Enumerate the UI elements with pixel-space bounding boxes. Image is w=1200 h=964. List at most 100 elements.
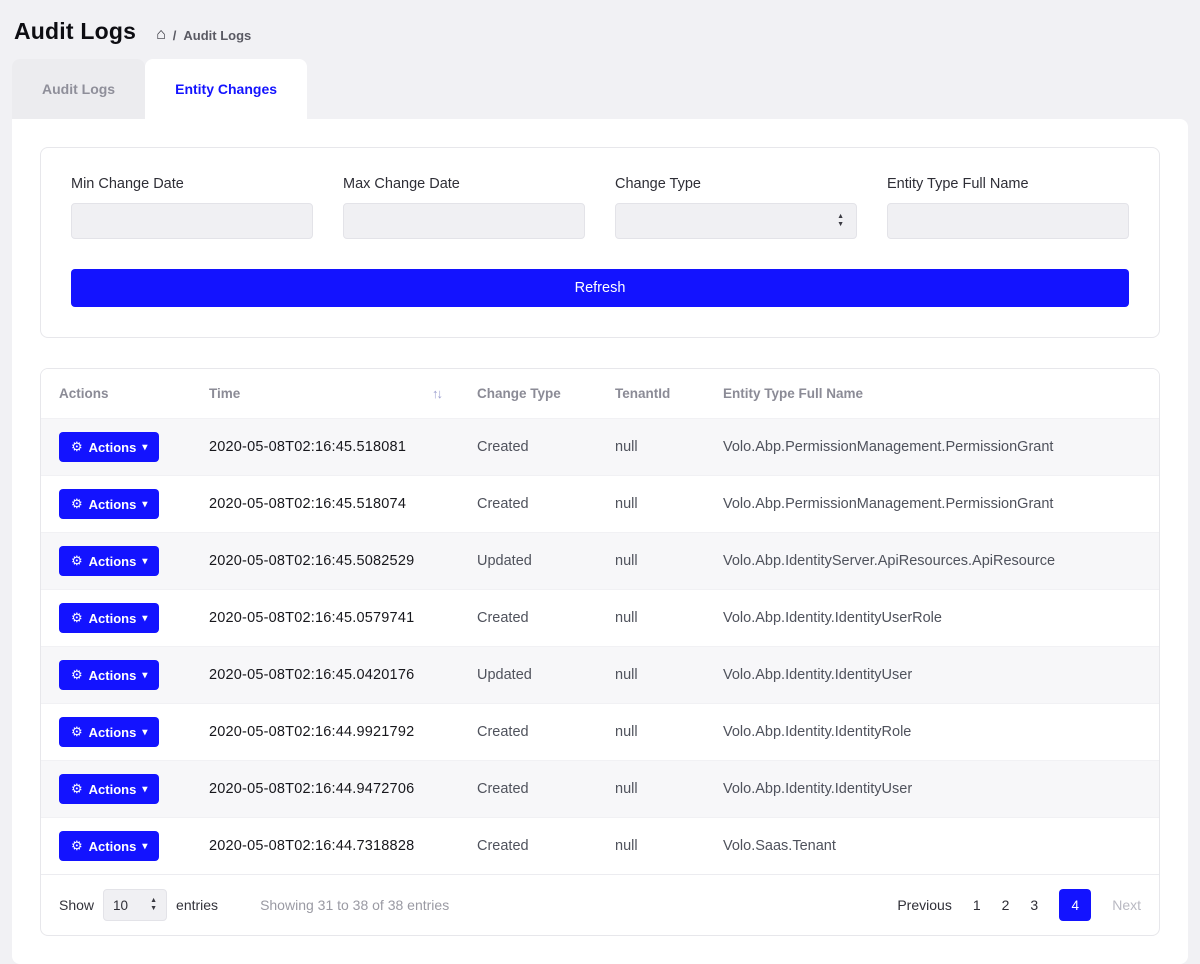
refresh-button[interactable]: Refresh xyxy=(71,269,1129,307)
cell-tenant-id: null xyxy=(597,761,705,818)
page-title: Audit Logs xyxy=(14,18,136,45)
cell-actions: ⚙ Actions ▾ xyxy=(41,590,191,647)
entity-type-label: Entity Type Full Name xyxy=(887,176,1129,192)
cell-tenant-id: null xyxy=(597,647,705,704)
caret-down-icon: ▾ xyxy=(142,784,147,795)
row-actions-button[interactable]: ⚙ Actions ▾ xyxy=(59,831,159,861)
row-actions-label: Actions xyxy=(89,782,137,797)
row-actions-button[interactable]: ⚙ Actions ▾ xyxy=(59,432,159,462)
cell-change-type: Updated xyxy=(459,533,597,590)
caret-down-icon: ▾ xyxy=(142,727,147,738)
gear-icon: ⚙ xyxy=(71,496,83,512)
cell-change-type: Created xyxy=(459,761,597,818)
home-icon[interactable]: ⌂ xyxy=(156,26,166,44)
entries-label: entries xyxy=(176,897,218,913)
page-size-select[interactable]: 10 ▲▼ xyxy=(103,889,167,921)
caret-down-icon: ▾ xyxy=(142,556,147,567)
cell-tenant-id: null xyxy=(597,419,705,476)
cell-actions: ⚙ Actions ▾ xyxy=(41,533,191,590)
pagination-page-4-active[interactable]: 4 xyxy=(1059,889,1091,921)
tab-bar: Audit Logs Entity Changes xyxy=(12,59,1188,119)
min-change-date-input[interactable] xyxy=(71,203,313,239)
pagination-page-1[interactable]: 1 xyxy=(973,897,981,913)
table-footer: Show 10 ▲▼ entries Showing 31 to 38 of 3… xyxy=(41,874,1159,935)
cell-entity-type: Volo.Abp.Identity.IdentityUser xyxy=(705,647,1159,704)
filter-entity-type: Entity Type Full Name xyxy=(887,176,1129,239)
cell-time: 2020-05-08T02:16:45.518074 xyxy=(191,476,459,533)
cell-change-type: Created xyxy=(459,590,597,647)
row-actions-label: Actions xyxy=(89,611,137,626)
cell-actions: ⚙ Actions ▾ xyxy=(41,818,191,875)
table-row: ⚙ Actions ▾ 2020-05-08T02:16:45.518074 C… xyxy=(41,476,1159,533)
caret-down-icon: ▾ xyxy=(142,613,147,624)
table-row: ⚙ Actions ▾ 2020-05-08T02:16:44.7318828 … xyxy=(41,818,1159,875)
change-type-select[interactable]: ▲▼ xyxy=(615,203,857,239)
gear-icon: ⚙ xyxy=(71,781,83,797)
cell-time: 2020-05-08T02:16:45.518081 xyxy=(191,419,459,476)
filter-change-type: Change Type ▲▼ xyxy=(615,176,857,239)
gear-icon: ⚙ xyxy=(71,610,83,626)
page-size-value: 10 xyxy=(113,898,128,913)
sort-icon[interactable]: ↑↓ xyxy=(432,386,441,401)
entity-changes-panel: Min Change Date Max Change Date Change T… xyxy=(12,119,1188,964)
row-actions-button[interactable]: ⚙ Actions ▾ xyxy=(59,489,159,519)
row-actions-button[interactable]: ⚙ Actions ▾ xyxy=(59,774,159,804)
cell-time: 2020-05-08T02:16:44.9921792 xyxy=(191,704,459,761)
pagination: Previous 1 2 3 4 Next xyxy=(897,889,1141,921)
cell-tenant-id: null xyxy=(597,533,705,590)
cell-actions: ⚙ Actions ▾ xyxy=(41,647,191,704)
tab-audit-logs[interactable]: Audit Logs xyxy=(12,59,145,119)
entity-type-input[interactable] xyxy=(887,203,1129,239)
table-header-row: Actions Time ↑↓ Change Type TenantId Ent… xyxy=(41,369,1159,419)
cell-entity-type: Volo.Abp.Identity.IdentityRole xyxy=(705,704,1159,761)
table-row: ⚙ Actions ▾ 2020-05-08T02:16:45.0420176 … xyxy=(41,647,1159,704)
showing-entries-text: Showing 31 to 38 of 38 entries xyxy=(260,897,449,913)
breadcrumb: ⌂ / Audit Logs xyxy=(156,26,251,44)
cell-actions: ⚙ Actions ▾ xyxy=(41,419,191,476)
table-row: ⚙ Actions ▾ 2020-05-08T02:16:44.9921792 … xyxy=(41,704,1159,761)
cell-entity-type: Volo.Abp.IdentityServer.ApiResources.Api… xyxy=(705,533,1159,590)
cell-change-type: Created xyxy=(459,818,597,875)
header-tenant-id[interactable]: TenantId xyxy=(597,369,705,419)
pagination-next[interactable]: Next xyxy=(1112,897,1141,913)
entity-changes-table: Actions Time ↑↓ Change Type TenantId Ent… xyxy=(41,369,1159,874)
tab-entity-changes[interactable]: Entity Changes xyxy=(145,59,307,119)
cell-entity-type: Volo.Abp.PermissionManagement.Permission… xyxy=(705,419,1159,476)
table-row: ⚙ Actions ▾ 2020-05-08T02:16:45.0579741 … xyxy=(41,590,1159,647)
cell-time: 2020-05-08T02:16:45.0579741 xyxy=(191,590,459,647)
page-header: Audit Logs ⌂ / Audit Logs xyxy=(0,0,1200,53)
filter-min-change-date: Min Change Date xyxy=(71,176,313,239)
pagination-page-2[interactable]: 2 xyxy=(1002,897,1010,913)
gear-icon: ⚙ xyxy=(71,724,83,740)
caret-down-icon: ▾ xyxy=(142,442,147,453)
gear-icon: ⚙ xyxy=(71,553,83,569)
page-size-arrows-icon: ▲▼ xyxy=(150,897,157,913)
row-actions-button[interactable]: ⚙ Actions ▾ xyxy=(59,546,159,576)
filter-max-change-date: Max Change Date xyxy=(343,176,585,239)
row-actions-button[interactable]: ⚙ Actions ▾ xyxy=(59,660,159,690)
gear-icon: ⚙ xyxy=(71,838,83,854)
pagination-previous[interactable]: Previous xyxy=(897,897,951,913)
row-actions-label: Actions xyxy=(89,497,137,512)
row-actions-button[interactable]: ⚙ Actions ▾ xyxy=(59,717,159,747)
show-label: Show xyxy=(59,897,94,913)
row-actions-label: Actions xyxy=(89,554,137,569)
select-arrows-icon: ▲▼ xyxy=(837,213,844,229)
header-time[interactable]: Time ↑↓ xyxy=(191,369,459,419)
row-actions-button[interactable]: ⚙ Actions ▾ xyxy=(59,603,159,633)
breadcrumb-current: Audit Logs xyxy=(183,28,251,43)
cell-tenant-id: null xyxy=(597,818,705,875)
row-actions-label: Actions xyxy=(89,725,137,740)
max-change-date-input[interactable] xyxy=(343,203,585,239)
header-entity-type[interactable]: Entity Type Full Name xyxy=(705,369,1159,419)
cell-actions: ⚙ Actions ▾ xyxy=(41,476,191,533)
header-change-type[interactable]: Change Type xyxy=(459,369,597,419)
cell-actions: ⚙ Actions ▾ xyxy=(41,704,191,761)
cell-change-type: Updated xyxy=(459,647,597,704)
min-change-date-label: Min Change Date xyxy=(71,176,313,192)
pagination-page-3[interactable]: 3 xyxy=(1030,897,1038,913)
cell-time: 2020-05-08T02:16:44.9472706 xyxy=(191,761,459,818)
gear-icon: ⚙ xyxy=(71,667,83,683)
cell-tenant-id: null xyxy=(597,476,705,533)
change-type-label: Change Type xyxy=(615,176,857,192)
